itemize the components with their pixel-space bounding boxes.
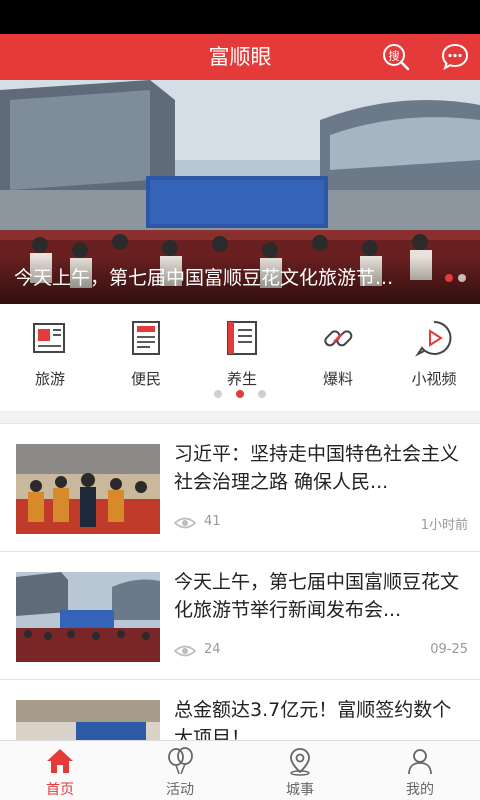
chat-icon[interactable] [440, 42, 470, 72]
news-meta: 24 09-25 [174, 640, 468, 664]
link-icon [324, 330, 353, 347]
tab-home[interactable]: 首页 [0, 741, 120, 800]
tab-activities[interactable]: 活动 [120, 741, 240, 800]
tab-label: 我的 [406, 782, 434, 798]
category-tourism[interactable]: 旅游 [10, 318, 90, 389]
news-title: 今天上午，第七届中国富顺豆花文化旅游节举行新闻发布会... [174, 571, 460, 621]
category-tipoff[interactable]: 爆料 [298, 318, 378, 389]
home-icon [47, 749, 73, 773]
tab-city[interactable]: 城事 [240, 741, 360, 800]
eye-icon [174, 517, 196, 529]
publish-time: 1小时前 [420, 518, 468, 533]
view-count: 24 [204, 642, 221, 657]
search-icon[interactable]: 搜 [381, 42, 411, 72]
category-page-indicator [0, 390, 480, 398]
svg-text:搜: 搜 [389, 49, 400, 63]
balloon-icon [168, 747, 193, 775]
banner-carousel[interactable]: 今天上午，第七届中国富顺豆花文化旅游节... [0, 80, 480, 304]
news-thumbnail [16, 444, 160, 534]
document-icon [132, 321, 160, 355]
newspaper-icon [33, 323, 65, 353]
top-bar: 富顺眼 搜 [0, 34, 480, 80]
user-icon [408, 749, 432, 775]
view-count: 41 [204, 514, 221, 529]
news-thumbnail [16, 572, 160, 662]
category-label: 旅游 [34, 370, 65, 388]
banner-dot [445, 274, 453, 282]
banner-caption-overlay: 今天上午，第七届中国富顺豆花文化旅游节... [0, 256, 480, 304]
news-meta: 41 1小时前 [174, 512, 468, 536]
news-title: 习近平：坚持走中国特色社会主义社会治理之路 确保人民... [174, 443, 460, 493]
section-divider [0, 412, 480, 424]
tab-label: 城事 [286, 782, 314, 798]
banner-caption: 今天上午，第七届中国富顺豆花文化旅游节... [14, 267, 394, 289]
status-bar [0, 0, 480, 34]
tab-label: 活动 [166, 782, 194, 798]
location-icon [290, 748, 310, 776]
category-label: 小视频 [411, 370, 457, 388]
eye-icon [174, 645, 196, 657]
tab-label: 首页 [46, 782, 74, 798]
tab-profile[interactable]: 我的 [360, 741, 480, 800]
category-label: 便民 [130, 370, 161, 388]
category-services[interactable]: 便民 [106, 318, 186, 389]
publish-time: 09-25 [430, 642, 468, 657]
category-grid: 旅游 便民 养生 爆料 小视频 [0, 304, 480, 412]
news-item[interactable]: 习近平：坚持走中国特色社会主义社会治理之路 确保人民... 41 1小时前 [0, 424, 480, 552]
news-item[interactable]: 今天上午，第七届中国富顺豆花文化旅游节举行新闻发布会... 24 09-25 [0, 552, 480, 680]
notes-icon [227, 321, 257, 355]
page-dot [214, 390, 222, 398]
category-label: 养生 [226, 370, 257, 388]
banner-dot [458, 274, 466, 282]
category-health[interactable]: 养生 [202, 318, 282, 389]
category-short-video[interactable]: 小视频 [394, 318, 474, 389]
page-dot [236, 390, 244, 398]
banner-indicator [445, 274, 466, 282]
video-play-icon [415, 320, 452, 357]
category-label: 爆料 [322, 370, 353, 388]
page-dot [258, 390, 266, 398]
bottom-tab-bar: 首页 活动 城事 我的 [0, 740, 480, 800]
